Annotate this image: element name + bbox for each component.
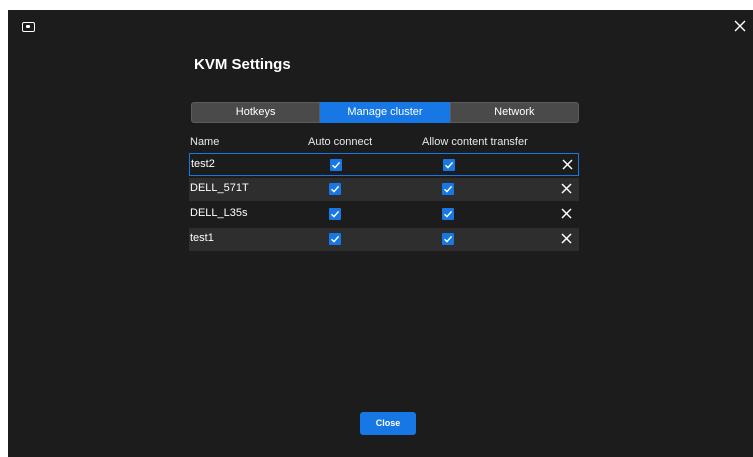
- column-header-auto-connect: Auto connect: [308, 136, 373, 148]
- tab-bar: Hotkeys Manage cluster Network: [191, 102, 579, 123]
- remove-device-icon[interactable]: [559, 181, 574, 196]
- remove-device-icon[interactable]: [560, 157, 575, 172]
- allow-transfer-checkbox[interactable]: [442, 233, 454, 245]
- page-title: KVM Settings: [194, 56, 291, 73]
- column-header-allow-transfer: Allow content transfer: [422, 136, 528, 148]
- tab-network[interactable]: Network: [449, 102, 579, 123]
- monitor-icon: [22, 22, 35, 32]
- close-button[interactable]: Close: [360, 412, 416, 435]
- auto-connect-checkbox[interactable]: [330, 159, 342, 171]
- tab-hotkeys[interactable]: Hotkeys: [191, 102, 321, 123]
- tab-manage-cluster[interactable]: Manage cluster: [320, 102, 450, 123]
- close-icon-glyph: [734, 20, 746, 32]
- table-row[interactable]: DELL_L35s: [189, 203, 579, 226]
- table-row[interactable]: test1: [189, 228, 579, 251]
- cluster-device-name: DELL_571T: [190, 182, 249, 194]
- kvm-settings-window: KVM Settings Hotkeys Manage cluster Netw…: [8, 10, 753, 457]
- auto-connect-checkbox[interactable]: [329, 208, 341, 220]
- allow-transfer-checkbox[interactable]: [442, 183, 454, 195]
- cluster-device-name: test1: [190, 232, 214, 244]
- column-header-name: Name: [190, 136, 220, 148]
- auto-connect-checkbox[interactable]: [329, 183, 341, 195]
- close-icon[interactable]: [731, 17, 749, 35]
- table-row[interactable]: DELL_571T: [189, 178, 579, 201]
- cluster-device-name: test2: [191, 158, 215, 170]
- allow-transfer-checkbox[interactable]: [443, 159, 455, 171]
- remove-device-icon[interactable]: [559, 206, 574, 221]
- cluster-device-name: DELL_L35s: [190, 207, 248, 219]
- table-row[interactable]: test2: [189, 153, 579, 176]
- remove-device-icon[interactable]: [559, 231, 574, 246]
- allow-transfer-checkbox[interactable]: [442, 208, 454, 220]
- auto-connect-checkbox[interactable]: [329, 233, 341, 245]
